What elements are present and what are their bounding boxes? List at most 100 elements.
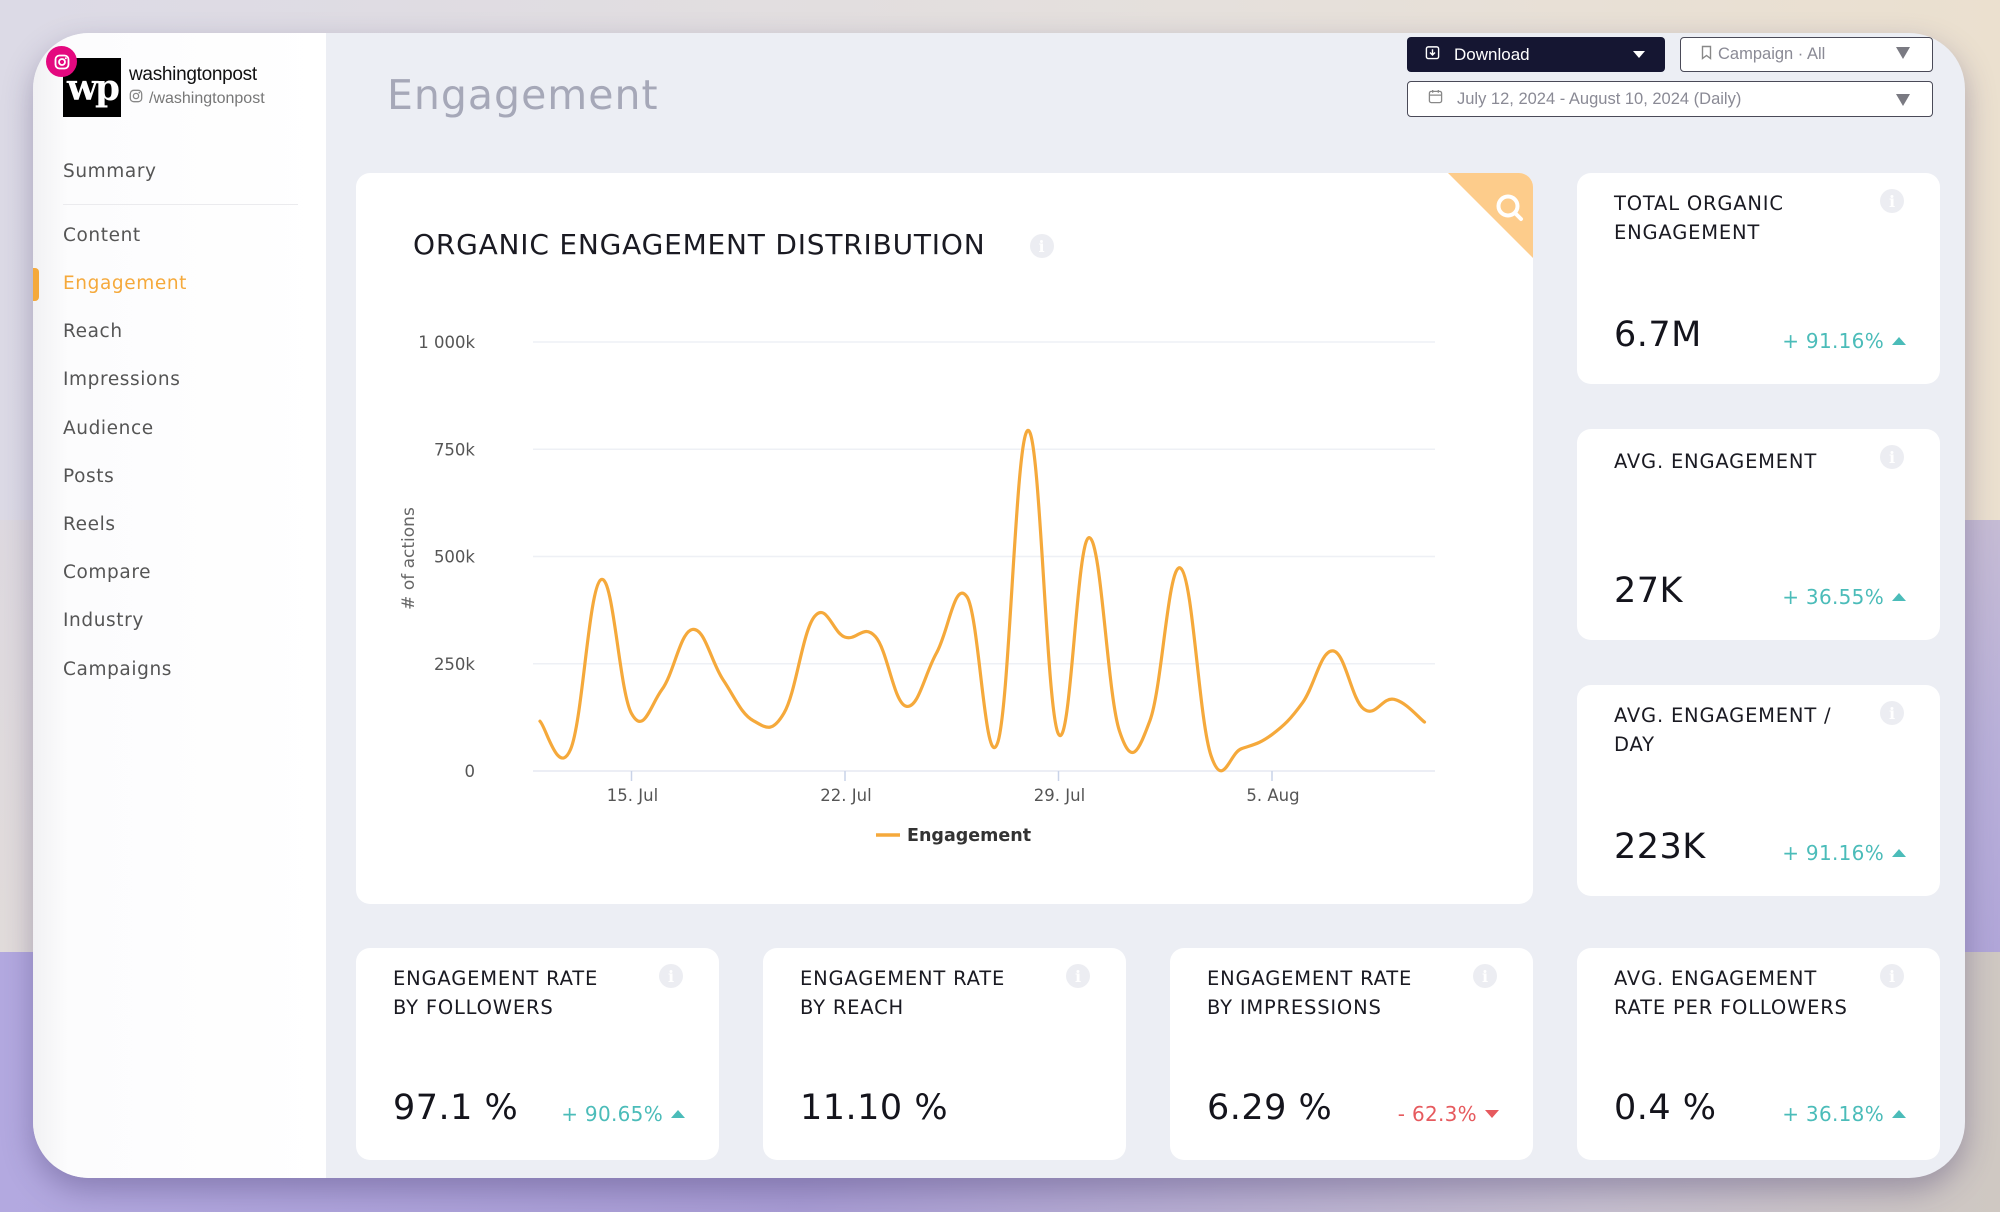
data-point [598, 577, 604, 583]
date-range-value: July 12, 2024 - August 10, 2024 (Daily) [1457, 89, 1742, 108]
account-handle-text: /washingtonpost [149, 89, 265, 107]
sidebar: wp washingtonpost /washingtonpost Summar… [33, 33, 326, 1178]
trend-down-icon [1485, 1110, 1499, 1118]
caret-down-icon [1633, 51, 1645, 58]
data-point [1239, 746, 1245, 752]
data-point [1422, 719, 1428, 725]
kpi-card-engagement-rate-by-reach: ENGAGEMENT RATE BY REACH i 11.10 % [763, 948, 1126, 1160]
trend-up-icon [1892, 1110, 1906, 1118]
kpi-delta-text: + 90.65% [561, 1102, 663, 1126]
data-point [812, 614, 818, 620]
sidebar-item-industry[interactable]: Industry [63, 610, 144, 631]
data-point [1025, 427, 1031, 433]
info-icon[interactable]: i [1880, 189, 1904, 213]
trend-up-icon [671, 1110, 685, 1118]
caret-down-icon [1896, 94, 1910, 106]
data-point [1269, 732, 1275, 738]
data-point [1330, 648, 1336, 654]
info-icon[interactable]: i [1473, 964, 1497, 988]
kpi-value: 6.7M [1614, 315, 1702, 355]
engagement-distribution-card: ORGANIC ENGAGEMENT DISTRIBUTION i 0 250k 5… [356, 173, 1533, 904]
caret-down-icon [1896, 47, 1910, 59]
kpi-delta-text: + 91.16% [1782, 329, 1884, 353]
data-point [1361, 706, 1367, 712]
trend-up-icon [1892, 337, 1906, 345]
kpi-value: 97.1 % [393, 1088, 519, 1128]
y-tick-label: 750k [434, 440, 475, 459]
kpi-card-total-organic-engagement: TOTAL ORGANIC ENGAGEMENT i 6.7M + 91.16% [1577, 173, 1940, 384]
kpi-label: ENGAGEMENT RATE BY FOLLOWERS [393, 967, 599, 1019]
data-point [537, 718, 543, 724]
x-tick-label: 5. Aug [1246, 786, 1299, 805]
kpi-delta: + 91.16% [1782, 841, 1906, 865]
info-icon[interactable]: i [1880, 964, 1904, 988]
page-title: Engagement [387, 71, 659, 119]
x-tick-label: 22. Jul [820, 786, 871, 805]
kpi-card-engagement-rate-by-impressions: ENGAGEMENT RATE BY IMPRESSIONS i 6.29 % … [1170, 948, 1533, 1160]
sidebar-divider [63, 204, 298, 205]
kpi-delta-text: + 91.16% [1782, 841, 1884, 865]
sidebar-item-engagement[interactable]: Engagement [63, 273, 187, 294]
data-point [1147, 717, 1153, 723]
kpi-value: 11.10 % [800, 1088, 949, 1128]
kpi-value: 6.29 % [1207, 1088, 1333, 1128]
campaign-select[interactable]: Campaign · All [1680, 37, 1933, 72]
kpi-label: AVG. ENGAGEMENT / DAY [1614, 704, 1832, 756]
data-point [781, 710, 787, 716]
data-point [659, 686, 665, 692]
campaign-select-value: Campaign · All [1718, 45, 1826, 63]
sidebar-item-impressions[interactable]: Impressions [63, 369, 181, 390]
info-icon[interactable]: i [659, 964, 683, 988]
trend-up-icon [1892, 849, 1906, 857]
data-point [568, 747, 574, 753]
data-point [1208, 753, 1214, 759]
data-point [995, 740, 1001, 746]
active-indicator [33, 268, 39, 301]
info-icon[interactable]: i [1066, 964, 1090, 988]
data-point [1178, 565, 1184, 571]
data-point [751, 718, 757, 724]
date-range-select[interactable]: July 12, 2024 - August 10, 2024 (Daily) [1407, 81, 1933, 117]
data-point [873, 634, 879, 640]
instagram-badge-icon [46, 46, 77, 77]
sidebar-item-posts[interactable]: Posts [63, 466, 114, 487]
trend-up-icon [1892, 593, 1906, 601]
kpi-card-avg-engagement-rate-per-followers: AVG. ENGAGEMENT RATE PER FOLLOWERS i 0.4… [1577, 948, 1940, 1160]
y-axis-title: # of actions [399, 507, 419, 610]
kpi-card-avg-engagement: AVG. ENGAGEMENT i 27K + 36.55% [1577, 429, 1940, 640]
series-line-engagement [538, 428, 1427, 773]
kpi-delta: + 90.65% [561, 1102, 685, 1126]
kpi-value: 223K [1614, 827, 1706, 867]
data-point [720, 677, 726, 683]
kpi-value: 27K [1614, 571, 1683, 611]
kpi-delta-text: + 36.18% [1782, 1102, 1884, 1126]
kpi-value: 0.4 % [1614, 1088, 1717, 1128]
info-icon[interactable]: i [1880, 445, 1904, 469]
kpi-delta: + 36.18% [1782, 1102, 1906, 1126]
bookmark-icon [1701, 45, 1712, 65]
kpi-delta: - 62.3% [1398, 1102, 1499, 1126]
sidebar-item-campaigns[interactable]: Campaigns [63, 659, 172, 680]
y-tick-label: 500k [434, 548, 475, 567]
app-window: wp washingtonpost /washingtonpost Summar… [33, 33, 1965, 1178]
x-tick-label: 15. Jul [607, 786, 658, 805]
sidebar-item-reels[interactable]: Reels [63, 514, 116, 535]
sidebar-item-compare[interactable]: Compare [63, 562, 151, 583]
sidebar-item-reach[interactable]: Reach [63, 321, 123, 342]
account-handle: /washingtonpost [129, 89, 265, 108]
y-tick-label: 1 000k [418, 333, 475, 352]
data-point [690, 626, 696, 632]
download-button[interactable]: Download [1407, 37, 1665, 72]
sidebar-item-summary[interactable]: Summary [63, 161, 157, 182]
sidebar-item-audience[interactable]: Audience [63, 418, 154, 439]
info-icon[interactable]: i [1880, 701, 1904, 725]
kpi-delta: + 36.55% [1782, 585, 1906, 609]
kpi-label: AVG. ENGAGEMENT [1614, 450, 1818, 473]
sidebar-item-content[interactable]: Content [63, 225, 141, 246]
kpi-label: ENGAGEMENT RATE BY REACH [800, 967, 1006, 1019]
calendar-icon [1428, 89, 1443, 109]
data-point [1086, 535, 1092, 541]
data-point [934, 650, 940, 656]
kpi-label: AVG. ENGAGEMENT RATE PER FOLLOWERS [1614, 967, 1848, 1019]
engagement-line-chart: 0 250k 500k 750k 1 000k # of actions 15. Jul 22… [399, 333, 1435, 846]
